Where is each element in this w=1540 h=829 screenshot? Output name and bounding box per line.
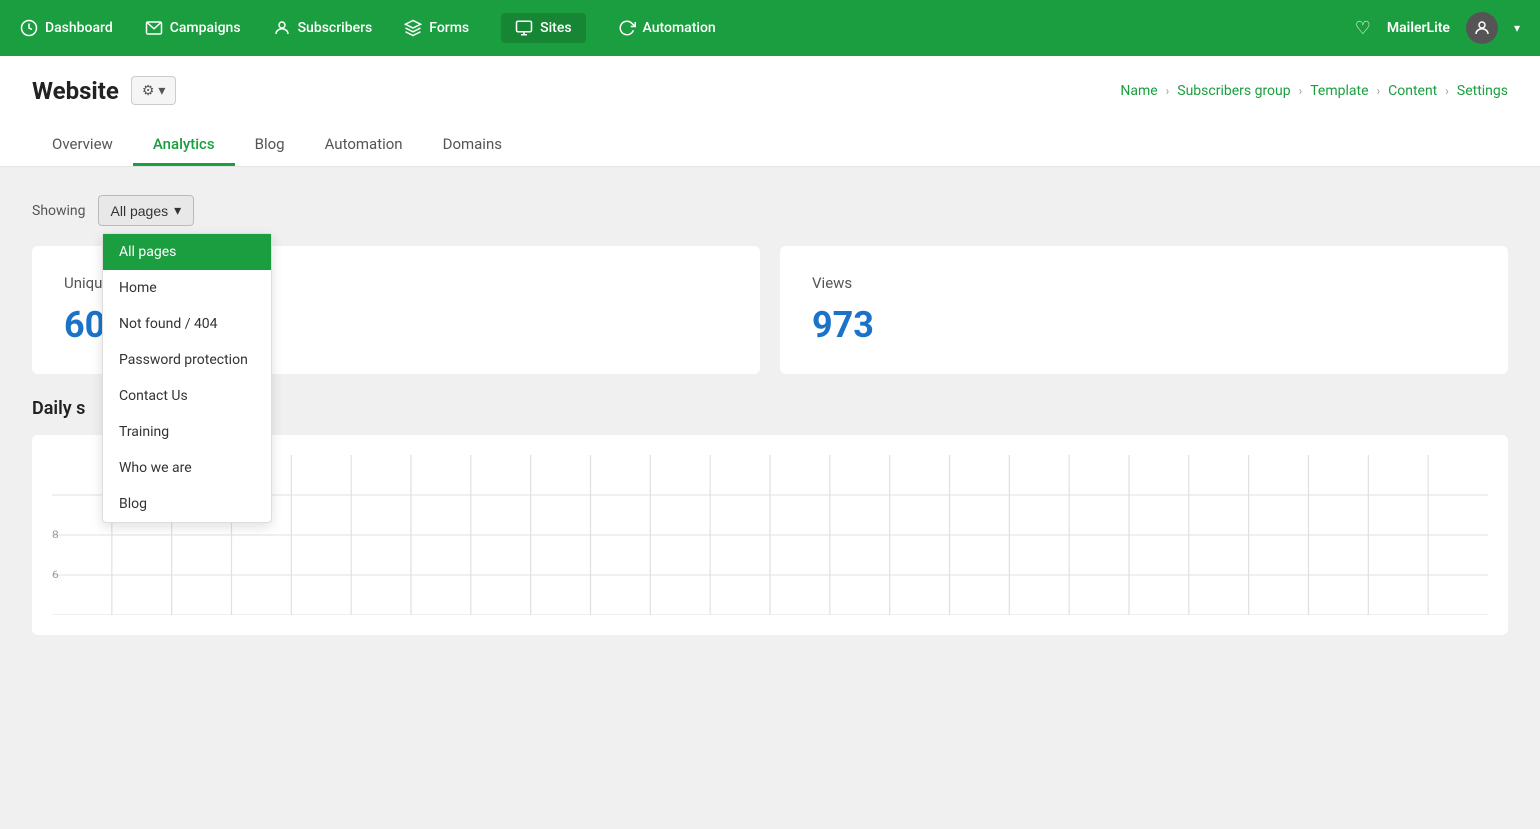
top-navigation: Dashboard Campaigns Subscribers Forms [0,0,1540,56]
avatar[interactable] [1466,12,1498,44]
monitor-icon [515,19,533,37]
breadcrumb: Name › Subscribers group › Template › Co… [1120,83,1508,99]
layers-icon [404,19,422,37]
svg-text:6: 6 [52,569,59,581]
gear-icon: ⚙ [142,82,155,99]
main-content: Showing All pages ▾ All pages Home Not f… [0,167,1540,829]
dropdown-item-blog[interactable]: Blog [103,486,271,522]
breadcrumb-template[interactable]: Template [1310,83,1368,99]
breadcrumb-subscribers-group[interactable]: Subscribers group [1177,83,1290,99]
dropdown-item-who-we-are[interactable]: Who we are [103,450,271,486]
nav-item-forms[interactable]: Forms [404,13,469,43]
breadcrumb-sep-4: › [1445,84,1449,98]
nav-right: ♡ MailerLite ▾ [1355,12,1520,44]
nav-item-sites[interactable]: Sites [501,13,585,43]
sub-tabs: Overview Analytics Blog Automation Domai… [32,125,1508,166]
tab-analytics[interactable]: Analytics [133,125,235,166]
nav-label-dashboard: Dashboard [45,20,113,36]
clock-icon [20,19,38,37]
nav-label-campaigns: Campaigns [170,20,241,36]
nav-left: Dashboard Campaigns Subscribers Forms [20,13,716,43]
showing-label: Showing [32,203,86,219]
breadcrumb-content[interactable]: Content [1388,83,1437,99]
tab-blog[interactable]: Blog [235,125,305,166]
breadcrumb-name[interactable]: Name [1120,83,1157,99]
gear-dropdown-chevron: ▾ [158,82,165,99]
dropdown-item-home[interactable]: Home [103,270,271,306]
showing-row: Showing All pages ▾ All pages Home Not f… [32,195,1508,226]
content-area: Showing All pages ▾ All pages Home Not f… [0,167,1540,683]
mail-icon [145,19,163,37]
tab-domains[interactable]: Domains [423,125,522,166]
breadcrumb-sep-2: › [1299,84,1303,98]
stat-label-views: Views [812,274,1476,292]
breadcrumb-sep-1: › [1166,84,1170,98]
nav-item-campaigns[interactable]: Campaigns [145,13,241,43]
nav-item-dashboard[interactable]: Dashboard [20,13,113,43]
stat-value-views: 973 [812,304,1476,346]
account-chevron-icon[interactable]: ▾ [1514,21,1520,35]
nav-label-forms: Forms [429,20,469,36]
dropdown-item-contact-us[interactable]: Contact Us [103,378,271,414]
dropdown-selected-label: All pages [111,203,169,219]
breadcrumb-settings[interactable]: Settings [1457,83,1508,99]
tab-overview[interactable]: Overview [32,125,133,166]
page-header-top: Website ⚙ ▾ Name › Subscribers group › T… [32,76,1508,105]
pages-dropdown-button[interactable]: All pages ▾ [98,195,195,226]
settings-gear-button[interactable]: ⚙ ▾ [131,76,177,105]
user-icon [273,19,291,37]
stat-card-views: Views 973 [780,246,1508,374]
heart-icon[interactable]: ♡ [1355,18,1371,39]
page-title: Website [32,77,119,105]
pages-dropdown-menu: All pages Home Not found / 404 Password … [102,233,272,523]
brand-label: MailerLite [1387,20,1450,36]
nav-item-subscribers[interactable]: Subscribers [273,13,373,43]
nav-label-subscribers: Subscribers [298,20,373,36]
refresh-icon [618,19,636,37]
nav-item-automation[interactable]: Automation [618,13,716,43]
dropdown-item-training[interactable]: Training [103,414,271,450]
dropdown-item-all-pages[interactable]: All pages [103,234,271,270]
page-header: Website ⚙ ▾ Name › Subscribers group › T… [0,56,1540,167]
dropdown-chevron-icon: ▾ [174,202,181,219]
breadcrumb-sep-3: › [1377,84,1381,98]
nav-label-automation: Automation [643,20,716,36]
nav-label-sites: Sites [540,20,571,36]
svg-text:8: 8 [52,529,59,541]
tab-automation[interactable]: Automation [305,125,423,166]
dropdown-item-not-found[interactable]: Not found / 404 [103,306,271,342]
dropdown-item-password-protection[interactable]: Password protection [103,342,271,378]
page-title-area: Website ⚙ ▾ [32,76,176,105]
